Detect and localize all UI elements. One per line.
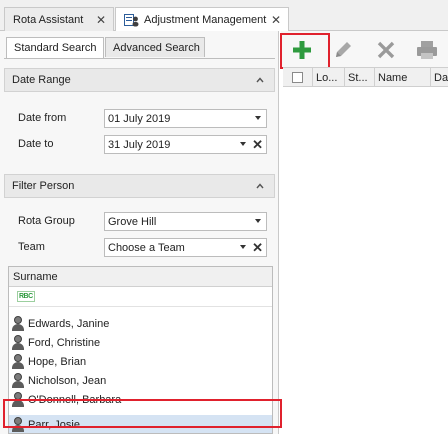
date-to-label: Date to (18, 138, 54, 150)
selected-row-highlight (3, 399, 282, 428)
tab-rota-assistant[interactable]: Rota Assistant ✕ (4, 7, 114, 31)
person-name: Edwards, Janine (28, 317, 110, 330)
clear-icon[interactable]: ✕ (252, 137, 263, 153)
dropdown-arrow-icon[interactable] (240, 142, 246, 146)
tab-standard-search-label: Standard Search (14, 42, 97, 54)
date-range-header[interactable]: Date Range (4, 68, 275, 92)
collapse-chevron-icon[interactable] (256, 76, 264, 84)
person-name: Hope, Brian (28, 355, 87, 368)
adjustment-document-icon (124, 13, 139, 27)
pencil-icon (336, 42, 351, 57)
column-label: Da (434, 71, 448, 84)
team-value: Choose a Team (108, 241, 185, 254)
person-icon (11, 316, 25, 331)
tab-standard-search[interactable]: Standard Search (6, 37, 104, 58)
close-icon[interactable]: ✕ (96, 13, 106, 27)
tab-adjustment-management-label: Adjustment Management (144, 14, 267, 26)
tab-advanced-search[interactable]: Advanced Search (105, 37, 205, 57)
list-item[interactable]: Nicholson, Jean (9, 371, 272, 390)
date-from-label: Date from (18, 112, 67, 124)
person-icon (11, 373, 25, 388)
dropdown-arrow-icon[interactable] (240, 245, 246, 249)
list-item[interactable]: Ford, Christine (9, 333, 272, 352)
filter-person-title: Filter Person (12, 180, 75, 192)
document-tab-strip: Rota Assistant ✕ Adjustment Management ✕ (0, 0, 448, 32)
column-label: Name (378, 71, 408, 84)
column-label: St... (348, 71, 368, 84)
surname-column-label: Surname (13, 270, 58, 283)
date-range-title: Date Range (12, 74, 71, 86)
filter-person-header[interactable]: Filter Person (4, 174, 275, 198)
select-all-checkbox-cell[interactable] (283, 68, 313, 87)
edit-button[interactable] (328, 36, 358, 64)
print-button[interactable] (412, 36, 442, 64)
rota-group-value: Grove Hill (108, 215, 157, 228)
date-to-value: 31 July 2019 (108, 138, 171, 151)
dropdown-arrow-icon[interactable] (255, 116, 261, 120)
delete-button[interactable] (371, 36, 401, 64)
person-name: Ford, Christine (28, 336, 101, 349)
date-to-field[interactable]: 31 July 2019 ✕ (104, 135, 267, 154)
rota-group-label: Rota Group (18, 215, 75, 227)
surname-column-header[interactable]: Surname (9, 267, 272, 287)
grid-filter-row[interactable]: RBC (9, 287, 272, 307)
close-icon[interactable]: ✕ (271, 13, 281, 27)
collapse-chevron-icon[interactable] (256, 182, 264, 190)
person-icon (11, 354, 25, 369)
tab-advanced-search-label: Advanced Search (113, 41, 200, 54)
dropdown-arrow-icon[interactable] (255, 219, 261, 223)
adjustment-grid-body (283, 88, 448, 434)
date-from-field[interactable]: 01 July 2019 (104, 109, 267, 128)
tab-rota-assistant-label: Rota Assistant (13, 13, 84, 26)
column-header-date[interactable]: Da (431, 68, 448, 87)
auto-filter-icon[interactable]: RBC (17, 291, 35, 302)
clear-icon[interactable]: ✕ (252, 240, 263, 256)
rota-group-select[interactable]: Grove Hill (104, 212, 267, 231)
adjustment-grid-header: Lo... St... Name Da (283, 67, 448, 87)
team-select[interactable]: Choose a Team ✕ (104, 238, 267, 257)
tab-divider (4, 58, 275, 59)
column-label: Lo... (316, 71, 338, 84)
tab-adjustment-management[interactable]: Adjustment Management ✕ (115, 7, 289, 32)
list-item[interactable]: Edwards, Janine (9, 314, 272, 333)
person-icon (11, 335, 25, 350)
date-from-value: 01 July 2019 (108, 112, 171, 125)
printer-icon (417, 41, 437, 59)
column-header-status[interactable]: St... (345, 68, 375, 87)
team-label: Team (18, 241, 45, 253)
select-all-checkbox[interactable] (292, 72, 303, 83)
add-button-highlight (280, 33, 330, 69)
column-header-name[interactable]: Name (375, 68, 431, 87)
grid-spacer (9, 307, 272, 314)
person-name: Nicholson, Jean (28, 374, 107, 387)
delete-x-icon (377, 41, 395, 59)
list-item[interactable]: Hope, Brian (9, 352, 272, 371)
column-header-location[interactable]: Lo... (313, 68, 345, 87)
